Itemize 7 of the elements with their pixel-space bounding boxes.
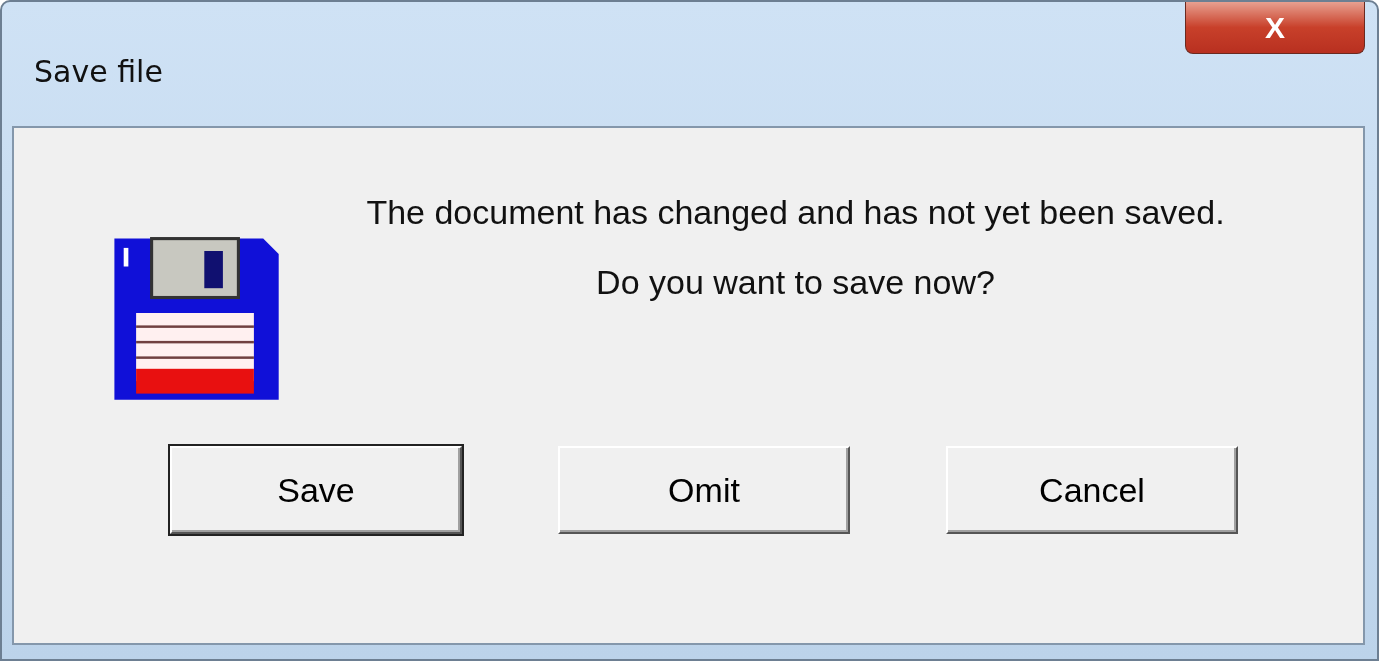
- dialog-button[interactable]: Omit: [558, 446, 850, 534]
- window-title: Save file: [34, 54, 163, 89]
- message-text: Do you want to save now?: [595, 262, 996, 303]
- dialog-button[interactable]: Cancel: [946, 446, 1238, 534]
- dialog-button[interactable]: Save: [170, 446, 462, 534]
- message-text: The document has changed and has not yet been saved.: [365, 192, 1226, 233]
- close-button[interactable]: X: [1185, 2, 1365, 54]
